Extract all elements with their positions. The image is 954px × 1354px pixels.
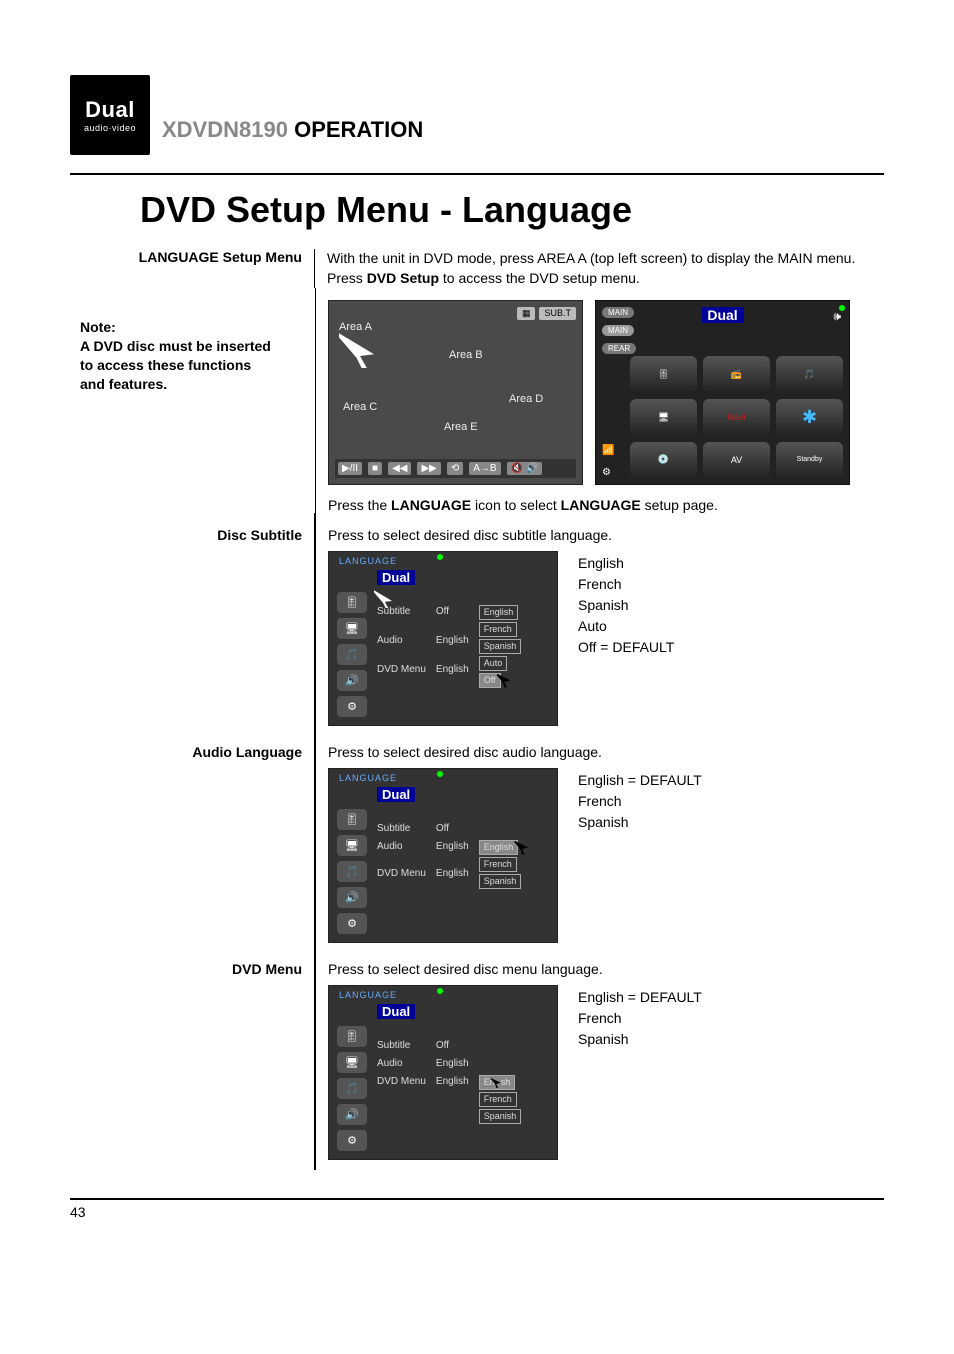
- lm-settings-list: SubtitleOff AudioEnglish English French …: [377, 821, 547, 892]
- operation-label: OPERATION: [294, 117, 423, 142]
- mm-cell-8: AV: [703, 442, 770, 479]
- lm-nav-1: 🎚: [337, 1026, 367, 1047]
- label-audio-language: Audio Language: [80, 736, 315, 953]
- lm-side-nav: 🎚 🖥 🎵 🔊 ⚙: [337, 592, 367, 717]
- forward-icon: ▶▶: [417, 462, 440, 475]
- stop-icon: ■: [368, 462, 382, 475]
- lm-settings-list: SubtitleOff English French Spanish Auto …: [377, 604, 547, 691]
- lm-nav-3: 🎵: [337, 1078, 367, 1099]
- lm-status-dot-icon: [437, 554, 443, 560]
- mm-cell-standby: Standby: [776, 442, 843, 479]
- repeat-icon: ⟲: [447, 462, 463, 475]
- signal-icon: 🕪: [833, 309, 841, 324]
- lm-nav-4: 🔊: [337, 887, 367, 908]
- lm-tab-label: LANGUAGE: [339, 773, 397, 783]
- intro-bold: DVD Setup: [367, 270, 439, 286]
- lm-nav-1: 🎚: [337, 592, 367, 613]
- note-line3: and features.: [80, 375, 303, 394]
- lm-nav-5: ⚙: [337, 1130, 367, 1151]
- lm-nav-4: 🔊: [337, 1104, 367, 1125]
- lm-nav-5: ⚙: [337, 913, 367, 934]
- label-disc-subtitle: Disc Subtitle: [80, 513, 315, 736]
- lm-nav-4: 🔊: [337, 670, 367, 691]
- rewind-icon: ◀◀: [388, 462, 411, 475]
- mm-cell-navi: Navi: [703, 399, 770, 436]
- model-code: XDVDN8190: [162, 117, 288, 142]
- page-title: DVD Setup Menu - Language: [140, 189, 884, 231]
- ab-icon: A→B: [469, 462, 500, 475]
- area-a-label: Area A: [339, 321, 374, 368]
- main-menu-grid: 🎚 📻 🎵 🖥 Navi ✱ 💿 AV Standby: [630, 356, 843, 478]
- dvdmenu-text: Press to select desired disc menu langua…: [328, 961, 884, 977]
- cursor-black-icon: [491, 1078, 501, 1088]
- note-block: Note: A DVD disc must be inserted to acc…: [80, 288, 303, 394]
- lm-dual-logo: Dual: [377, 570, 415, 585]
- area-c-label: Area C: [343, 401, 377, 413]
- label-language-setup: LANGUAGE Setup Menu: [80, 249, 315, 288]
- page-number: 43: [70, 1204, 86, 1220]
- model-heading: XDVDN8190 OPERATION: [162, 117, 423, 155]
- lm-nav-2: 🖥: [337, 1052, 367, 1073]
- tuner-icon: 📶: [602, 445, 614, 456]
- note-line2: to access these functions: [80, 356, 303, 375]
- rear-pill: REAR: [602, 343, 636, 354]
- cursor-icon: [339, 333, 374, 368]
- lm-status-dot-icon: [437, 988, 443, 994]
- press-language-text: Press the LANGUAGE icon to select LANGUA…: [328, 497, 884, 513]
- lm-nav-2: 🖥: [337, 618, 367, 639]
- note-line1: A DVD disc must be inserted: [80, 337, 303, 356]
- lm-nav-2: 🖥: [337, 835, 367, 856]
- mm-cell-3: 🎵: [776, 356, 843, 393]
- mm-cell-4: 🖥: [630, 399, 697, 436]
- mm-cell-1: 🎚: [630, 356, 697, 393]
- volume-icon: 🔇 🔊: [507, 462, 543, 475]
- area-d-label: Area D: [509, 393, 543, 405]
- screenshot-lang-audio: LANGUAGE Dual 🎚 🖥 🎵 🔊 ⚙ SubtitleOff Audi…: [328, 768, 558, 943]
- area-e-label: Area E: [444, 421, 478, 433]
- lm-settings-list: SubtitleOff AudioEnglish DVD MenuEnglish…: [377, 1038, 547, 1127]
- screenshot-areas: ▦ SUB.T Area A Area B Area C Area D Area…: [328, 300, 583, 485]
- logo-text-main: Dual: [85, 97, 135, 123]
- intro-text: With the unit in DVD mode, press AREA A …: [315, 249, 884, 288]
- mm-cell-2: 📻: [703, 356, 770, 393]
- mm-cell-bt: ✱: [776, 399, 843, 436]
- lm-side-nav: 🎚 🖥 🎵 🔊 ⚙: [337, 809, 367, 934]
- lm-dual-logo: Dual: [377, 787, 415, 802]
- audio-text: Press to select desired disc audio langu…: [328, 744, 884, 760]
- playback-bar: ▶/II ■ ◀◀ ▶▶ ⟲ A→B 🔇 🔊: [335, 459, 576, 478]
- lm-nav-5: ⚙: [337, 696, 367, 717]
- lm-dual-logo: Dual: [377, 1004, 415, 1019]
- brand-logo: Dual audio·video: [70, 75, 150, 155]
- disc-subtitle-text: Press to select desired disc subtitle la…: [328, 527, 884, 543]
- top-btn-subt: SUB.T: [539, 307, 576, 320]
- header-rule: [70, 173, 884, 175]
- lm-tab-label: LANGUAGE: [339, 990, 397, 1000]
- screenshot-lang-subtitle: LANGUAGE Dual 🎚 🖥 🎵 🔊 ⚙: [328, 551, 558, 726]
- screenshot-lang-dvdmenu: LANGUAGE Dual 🎚 🖥 🎵 🔊 ⚙ SubtitleOff Audi…: [328, 985, 558, 1160]
- lm-status-dot-icon: [437, 771, 443, 777]
- disc-subtitle-options: English French Spanish Auto Off = DEFAUL…: [578, 543, 674, 658]
- lm-nav-1: 🎚: [337, 809, 367, 830]
- label-dvd-menu: DVD Menu: [80, 953, 315, 1170]
- mm-cell-7: 💿: [630, 442, 697, 479]
- play-pause-icon: ▶/II: [338, 462, 362, 475]
- area-b-label: Area B: [449, 349, 483, 361]
- lm-tab-label: LANGUAGE: [339, 556, 397, 566]
- audio-options: English = DEFAULT French Spanish: [578, 760, 702, 833]
- screenshot-main-menu: MAIN MAIN REAR Dual 🕪 🎚 📻 🎵 🖥 Navi ✱ 💿 A…: [595, 300, 850, 485]
- logo-text-sub: audio·video: [84, 123, 136, 133]
- lm-side-nav: 🎚 🖥 🎵 🔊 ⚙: [337, 1026, 367, 1151]
- lm-nav-3: 🎵: [337, 644, 367, 665]
- settings-icon: ⚙: [602, 467, 611, 478]
- note-title: Note:: [80, 318, 303, 337]
- top-btn-grid: ▦: [517, 307, 536, 320]
- intro-part2: to access the DVD setup menu.: [439, 270, 640, 286]
- main-pill-1: MAIN: [602, 307, 634, 318]
- dvdmenu-options: English = DEFAULT French Spanish: [578, 977, 702, 1050]
- main-dual-logo: Dual: [701, 307, 743, 323]
- lm-nav-3: 🎵: [337, 861, 367, 882]
- main-pill-2: MAIN: [602, 325, 634, 336]
